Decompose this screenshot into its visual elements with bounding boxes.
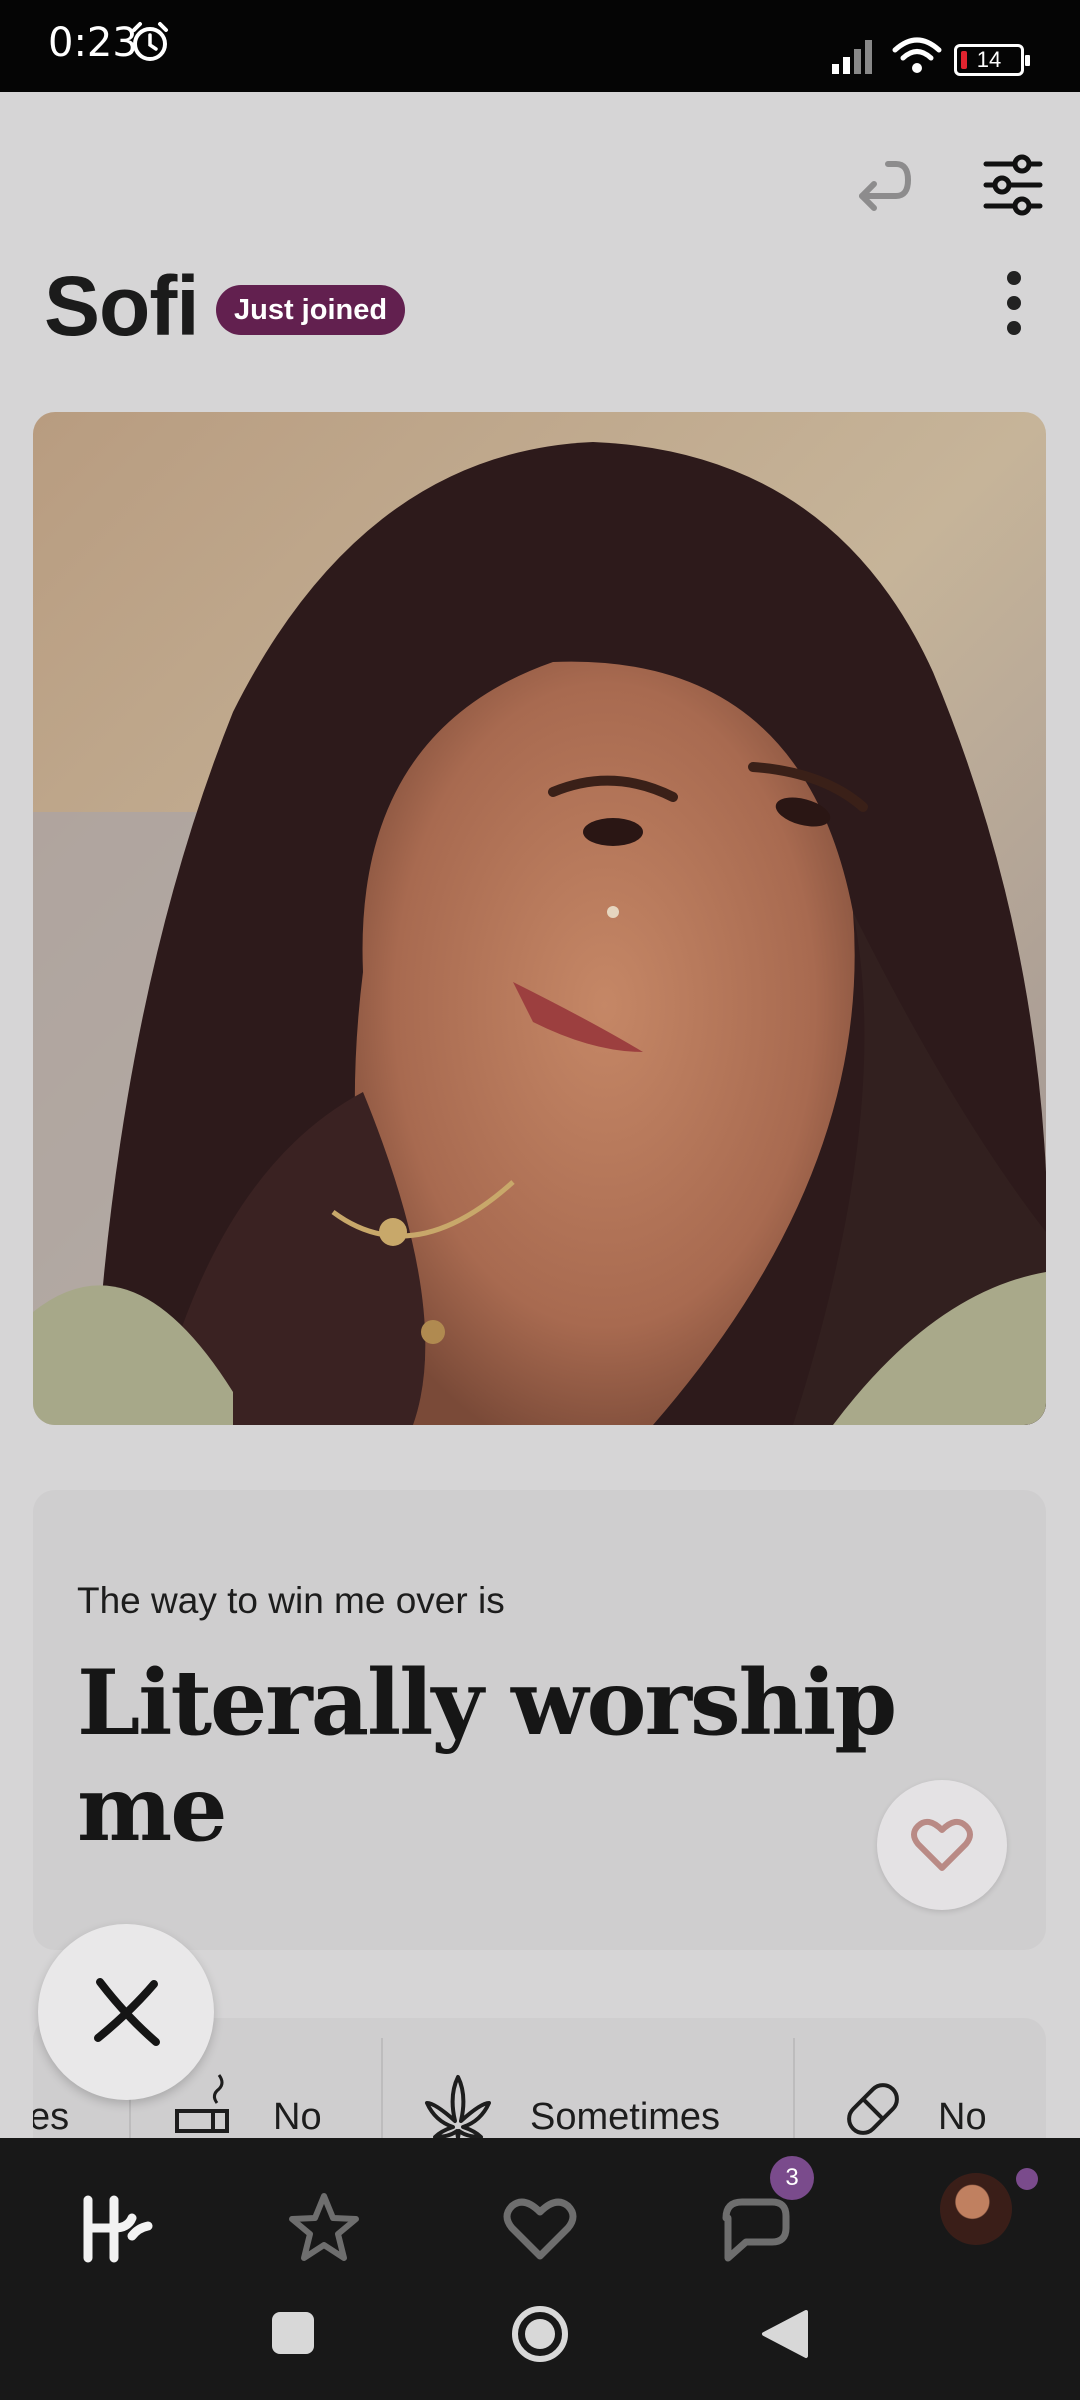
dismiss-button[interactable]	[38, 1924, 214, 2100]
profile-photo-image	[33, 412, 1046, 1425]
close-x-icon	[94, 1978, 160, 2046]
just-joined-badge: Just joined	[216, 285, 406, 335]
prompt-card: The way to win me over is Literally wors…	[33, 1490, 1046, 1950]
profile-name: Sofi	[44, 259, 200, 353]
vital-divider	[381, 2038, 383, 2138]
cigarette-icon	[175, 2074, 229, 2133]
vital-smoking-label: No	[273, 2096, 322, 2138]
wifi-icon	[892, 37, 942, 73]
star-icon[interactable]	[284, 2188, 364, 2268]
pill-icon	[847, 2083, 899, 2135]
more-vertical-icon[interactable]	[994, 268, 1034, 338]
status-time: 0:23	[48, 20, 138, 66]
heart-icon[interactable]	[500, 2188, 580, 2268]
bottom-tab-bar: 3	[0, 2138, 1080, 2400]
chat-icon[interactable]	[716, 2188, 796, 2268]
vital-divider	[793, 2038, 795, 2138]
notification-dot	[1016, 2168, 1038, 2190]
prompt-question: The way to win me over is	[77, 1580, 505, 1621]
cannabis-leaf-icon	[425, 2075, 491, 2138]
back-nav-icon[interactable]	[760, 2308, 810, 2360]
vital-marijuana-label: Sometimes	[530, 2096, 721, 2138]
battery-icon: 14	[954, 44, 1030, 76]
recent-apps-icon[interactable]	[270, 2310, 316, 2356]
home-nav-icon[interactable]	[510, 2304, 570, 2364]
signal-icon	[832, 40, 872, 74]
chat-unread-badge: 3	[770, 2156, 814, 2200]
home-logo-icon[interactable]	[76, 2188, 156, 2268]
heart-outline-icon	[911, 1818, 973, 1871]
vital-drugs-label: No	[938, 2096, 987, 2138]
profile-photo[interactable]	[33, 412, 1046, 1425]
vital-partial-label: es	[33, 2096, 70, 2138]
profile-avatar[interactable]	[940, 2173, 1012, 2245]
battery-level: 14	[976, 47, 1002, 72]
alarm-icon	[132, 22, 168, 61]
filter-sliders-icon[interactable]	[978, 150, 1048, 220]
like-prompt-button[interactable]	[877, 1780, 1007, 1910]
undo-icon[interactable]	[848, 150, 918, 220]
status-bar: 0:23 14	[0, 0, 1080, 92]
